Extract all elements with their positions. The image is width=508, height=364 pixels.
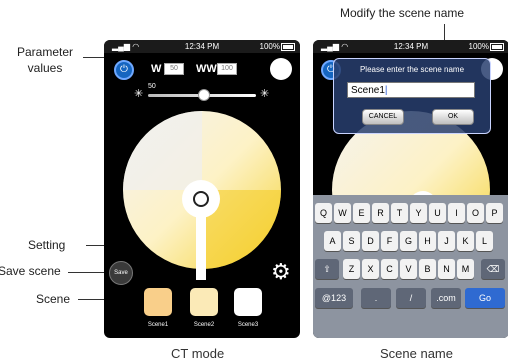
- text-cursor: |: [384, 85, 388, 96]
- key-y[interactable]: Y: [410, 203, 427, 223]
- settings-gear-icon[interactable]: ⚙: [271, 261, 291, 283]
- key-d[interactable]: D: [362, 231, 379, 251]
- battery-percent-2: 100%: [468, 42, 489, 51]
- annotation-setting: Setting: [28, 238, 66, 252]
- key-r[interactable]: R: [372, 203, 389, 223]
- scene-3-swatch[interactable]: [234, 288, 262, 316]
- annotation-modify-scene-name: Modify the scene name: [340, 6, 465, 20]
- key-b[interactable]: B: [419, 259, 436, 279]
- shift-icon: ⇧: [323, 264, 331, 274]
- brightness-value: 50: [148, 83, 156, 90]
- cancel-button[interactable]: CANCEL: [362, 109, 404, 125]
- on-screen-keyboard: Q W E R T Y U I O P A S D F G H J K L ⇧ …: [313, 195, 508, 338]
- scene-1-label: Scene1: [147, 322, 169, 328]
- scene-1-swatch[interactable]: [144, 288, 172, 316]
- slash-key[interactable]: /: [396, 288, 426, 308]
- dim-sun-icon: ✳: [134, 88, 144, 100]
- annotation-parameter-values: Parameter values: [5, 44, 85, 76]
- key-n[interactable]: N: [438, 259, 455, 279]
- scene-name-input-value: Scene1: [351, 85, 385, 96]
- ww-value-field[interactable]: 100: [217, 63, 237, 75]
- key-c[interactable]: C: [381, 259, 398, 279]
- key-z[interactable]: Z: [343, 259, 360, 279]
- key-p[interactable]: P: [486, 203, 503, 223]
- key-x[interactable]: X: [362, 259, 379, 279]
- w-value-field[interactable]: 50: [164, 63, 184, 75]
- scene-name-input[interactable]: Scene1|: [347, 82, 475, 98]
- caption-ct-mode: CT mode: [171, 346, 225, 361]
- battery-icon-2: [490, 43, 504, 51]
- key-o[interactable]: O: [467, 203, 484, 223]
- shift-key[interactable]: ⇧: [315, 259, 339, 279]
- key-w[interactable]: W: [334, 203, 351, 223]
- key-l[interactable]: L: [476, 231, 493, 251]
- key-f[interactable]: F: [381, 231, 398, 251]
- key-i[interactable]: I: [448, 203, 465, 223]
- key-g[interactable]: G: [400, 231, 417, 251]
- annotation-save-scene: Save scene: [0, 264, 61, 278]
- key-v[interactable]: V: [400, 259, 417, 279]
- caption-scene-name: Scene name: [380, 346, 453, 361]
- key-e[interactable]: E: [353, 203, 370, 223]
- backspace-key[interactable]: ⌫: [481, 259, 505, 279]
- key-k[interactable]: K: [457, 231, 474, 251]
- ct-mode-screen: ▂▄▆ ◠ 12:34 PM 100% ⏻ W 50 WW 100 50 ✳ ✳…: [104, 40, 300, 338]
- go-key[interactable]: Go: [465, 288, 505, 308]
- key-h[interactable]: H: [419, 231, 436, 251]
- scene-name-dialog: Please enter the scene name Scene1| CANC…: [333, 58, 491, 134]
- wheel-selector-inner: [193, 191, 209, 207]
- key-j[interactable]: J: [438, 231, 455, 251]
- scene-name-screen: ▂▄▆ ◠ 12:34 PM 100% ⏻ Please enter the s…: [313, 40, 508, 338]
- ww-label: WW: [196, 63, 217, 75]
- battery-icon: [281, 43, 295, 51]
- ok-button[interactable]: OK: [432, 109, 474, 125]
- annotation-scene: Scene: [36, 292, 71, 306]
- color-preview-circle: [270, 58, 292, 80]
- dotcom-key[interactable]: .com: [431, 288, 461, 308]
- annotation-parameter-label-1: Parameter: [16, 45, 74, 59]
- annotation-parameter-label-2: values: [27, 61, 63, 75]
- backspace-icon: ⌫: [486, 264, 500, 274]
- key-m[interactable]: M: [457, 259, 474, 279]
- scene-2-label: Scene2: [193, 322, 215, 328]
- save-scene-button[interactable]: Save: [109, 261, 133, 285]
- w-label: W: [151, 63, 162, 75]
- scene-3-label: Scene3: [237, 322, 259, 328]
- status-bar: ▂▄▆ ◠ 12:34 PM 100%: [104, 40, 300, 53]
- status-bar-2: ▂▄▆ ◠ 12:34 PM 100%: [313, 40, 508, 53]
- power-button[interactable]: ⏻: [114, 60, 134, 80]
- bright-sun-icon: ✳: [260, 88, 270, 100]
- key-u[interactable]: U: [429, 203, 446, 223]
- key-q[interactable]: Q: [315, 203, 332, 223]
- dialog-title: Please enter the scene name: [359, 65, 465, 74]
- battery-percent: 100%: [259, 42, 280, 51]
- key-a[interactable]: A: [324, 231, 341, 251]
- scene-2-swatch[interactable]: [190, 288, 218, 316]
- brightness-slider-thumb[interactable]: [198, 89, 210, 101]
- numbers-key[interactable]: @123: [315, 288, 353, 308]
- dot-key[interactable]: .: [361, 288, 391, 308]
- key-s[interactable]: S: [343, 231, 360, 251]
- key-t[interactable]: T: [391, 203, 408, 223]
